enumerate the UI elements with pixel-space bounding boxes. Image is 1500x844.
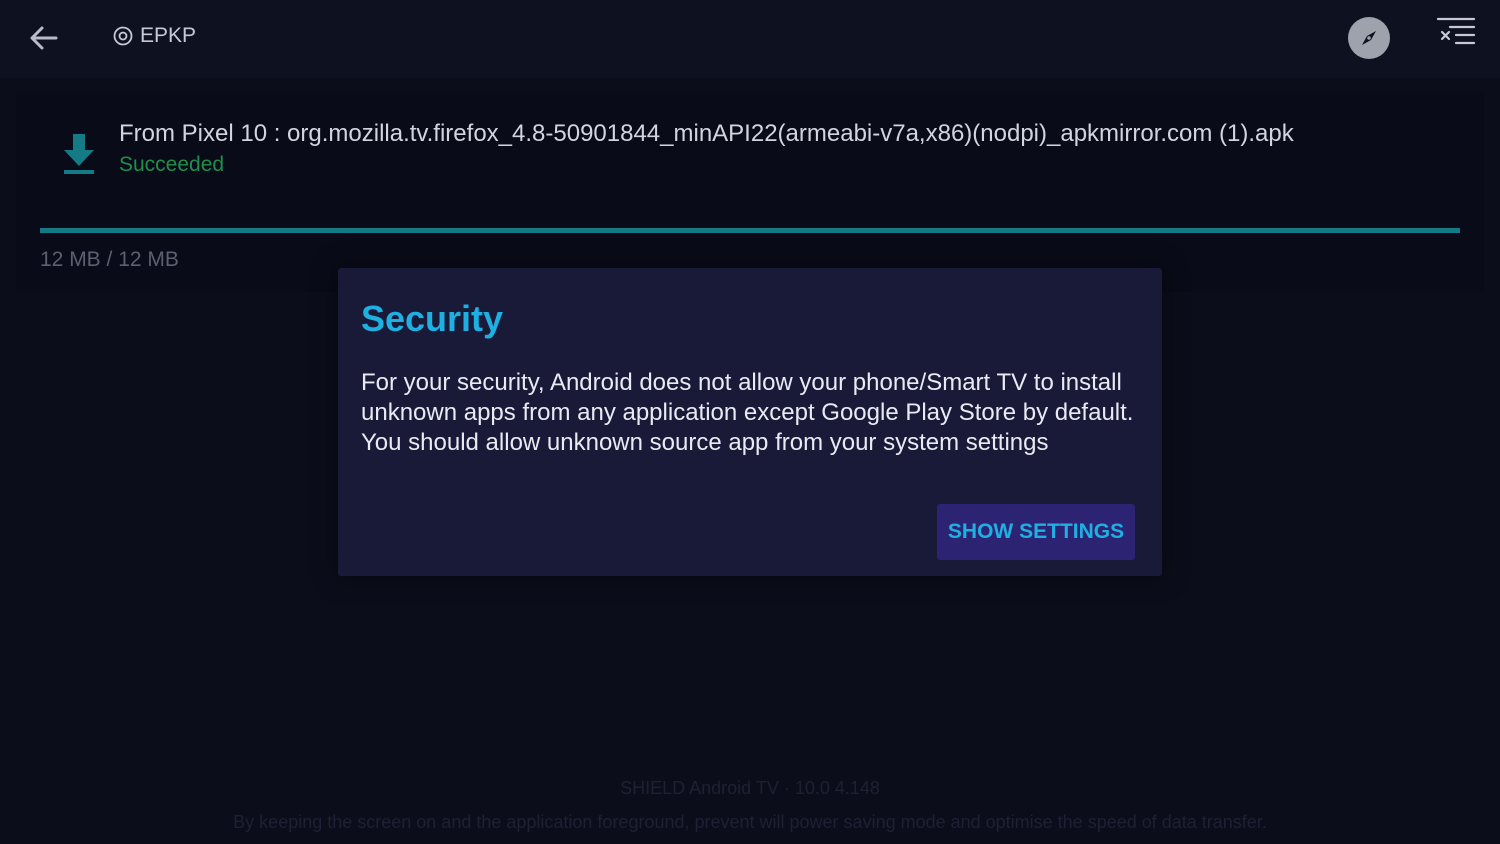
download-progress-bar (40, 228, 1460, 233)
dialog-message: For your security, Android does not allo… (361, 368, 1141, 458)
show-settings-button[interactable]: SHOW SETTINGS (937, 504, 1135, 560)
download-progress-fill (40, 228, 1460, 233)
clear-list-button[interactable] (1436, 16, 1478, 52)
app-title: EPKP (140, 24, 197, 47)
download-status: Succeeded (119, 153, 225, 176)
device-info: SHIELD Android TV · 10.0 4.148 (620, 778, 880, 798)
compass-button[interactable] (1348, 17, 1390, 59)
security-dialog: Security For your security, Android does… (338, 268, 1162, 576)
dialog-title: Security (361, 298, 504, 339)
file-name: From Pixel 10 : org.mozilla.tv.firefox_4… (119, 120, 1294, 147)
dialog-message-line: You should allow unknown source app from… (361, 429, 1049, 456)
clear-list-icon (1436, 17, 1476, 45)
download-icon (64, 134, 94, 174)
back-button[interactable] (26, 20, 62, 56)
download-size: 12 MB / 12 MB (40, 248, 179, 271)
power-saving-tip: By keeping the screen on and the applica… (233, 812, 1267, 832)
download-item[interactable]: From Pixel 10 : org.mozilla.tv.firefox_4… (16, 92, 1484, 292)
arrow-left-icon (30, 26, 58, 50)
compass-icon (1362, 31, 1376, 45)
app-title-group: EPKP (112, 24, 196, 48)
top-bar: EPKP (0, 0, 1500, 78)
dialog-message-line: For your security, Android does not allo… (361, 369, 1134, 426)
target-icon (113, 26, 133, 46)
